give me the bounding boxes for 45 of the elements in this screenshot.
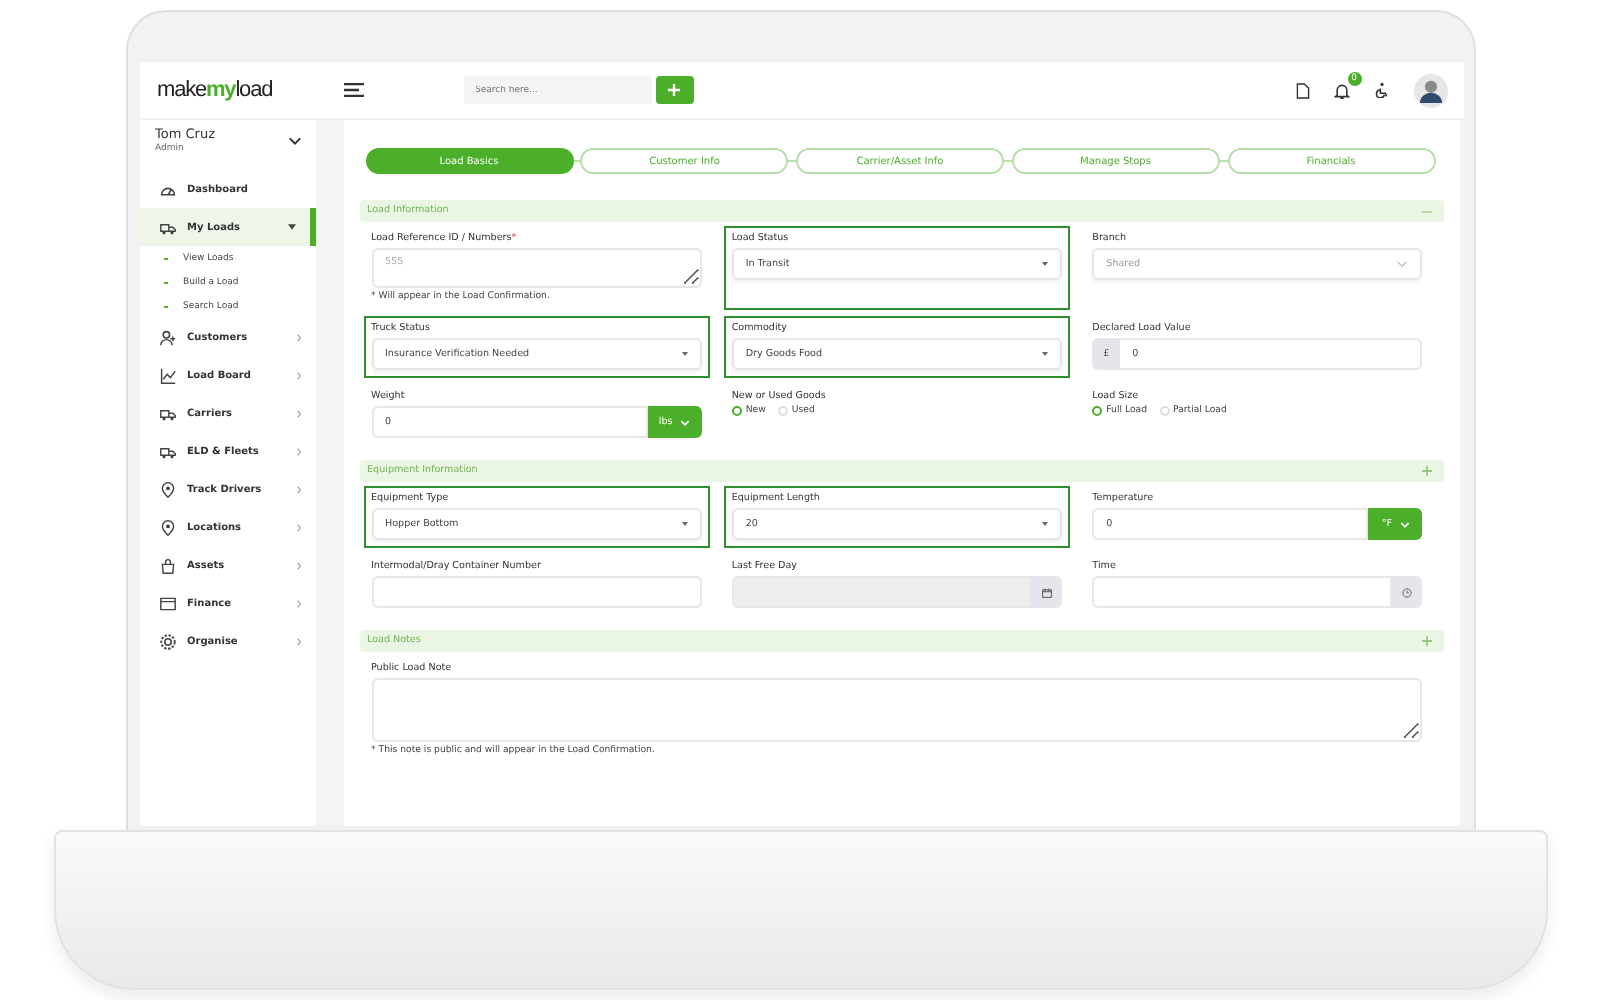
chevron-down-icon	[1396, 260, 1409, 268]
caret-down-icon	[1042, 262, 1049, 266]
caret-down-icon	[287, 224, 295, 230]
avatar[interactable]	[1413, 73, 1447, 107]
caret-down-icon	[1042, 522, 1049, 526]
truck-icon	[159, 219, 175, 235]
calendar-icon	[1042, 587, 1053, 597]
plus-icon[interactable]	[1421, 466, 1431, 476]
pin-icon	[159, 481, 175, 497]
window-icon	[159, 595, 175, 611]
chevron-down-icon	[1400, 521, 1411, 527]
bag-icon	[159, 557, 175, 573]
chevron-right-icon	[295, 561, 301, 569]
add-button[interactable]	[655, 76, 693, 104]
caret-down-icon	[681, 522, 688, 526]
clock-icon	[1402, 587, 1413, 597]
caret-down-icon	[681, 352, 688, 356]
caret-down-icon	[1042, 352, 1049, 356]
clock-button[interactable]	[1392, 576, 1423, 608]
logo: makemyload	[155, 78, 275, 102]
chevron-right-icon	[295, 333, 301, 341]
chevron-down-icon[interactable]	[287, 135, 301, 145]
chevron-right-icon	[295, 409, 301, 417]
chevron-right-icon	[295, 371, 301, 379]
plus-icon[interactable]	[1421, 636, 1431, 646]
time-field[interactable]	[1092, 576, 1393, 608]
document-icon[interactable]	[1295, 81, 1309, 99]
bell-icon[interactable]	[1333, 81, 1349, 99]
pin-icon	[159, 519, 175, 535]
chevron-right-icon	[295, 599, 301, 607]
chevron-down-icon	[680, 419, 691, 425]
menu-icon[interactable]	[343, 82, 363, 98]
chevron-right-icon	[295, 485, 301, 493]
gear-icon	[159, 633, 175, 649]
truck-icon	[159, 405, 175, 421]
plus-icon	[668, 84, 680, 96]
chevron-right-icon	[295, 447, 301, 455]
chevron-right-icon	[295, 637, 301, 645]
accessibility-icon[interactable]	[1373, 82, 1389, 98]
calendar-button[interactable]	[1032, 576, 1063, 608]
chart-icon	[159, 367, 175, 383]
person-icon	[159, 329, 175, 345]
text-input[interactable]	[371, 576, 702, 608]
chevron-right-icon	[295, 523, 301, 531]
truck-icon	[159, 443, 175, 459]
